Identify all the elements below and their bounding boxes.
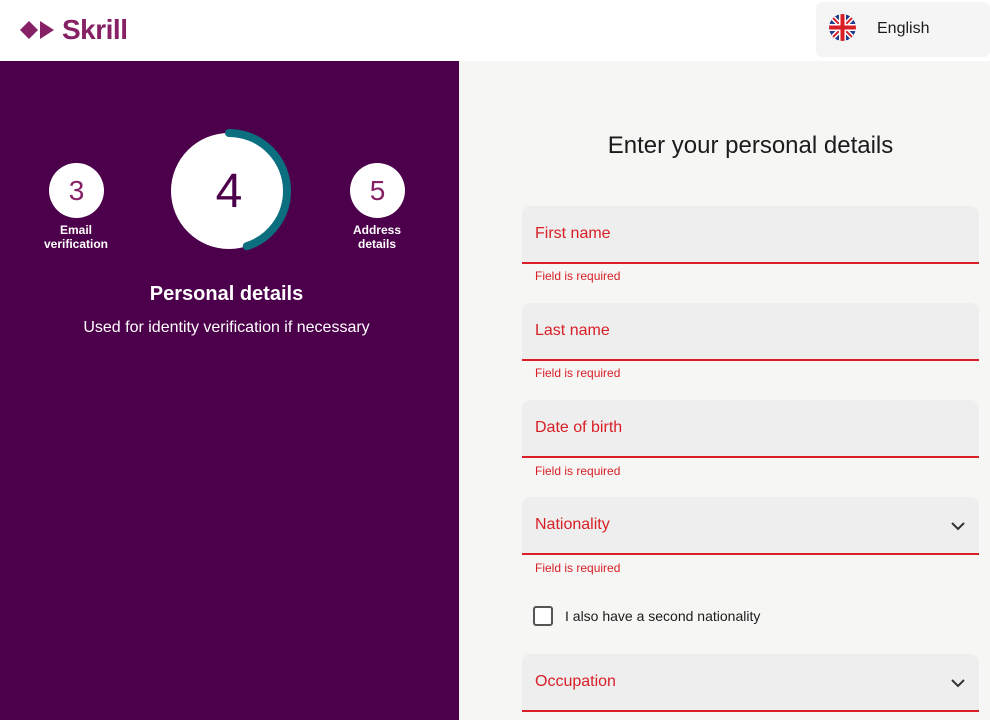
- last-name-label: Last name: [535, 322, 610, 339]
- form-panel: Enter your personal details First name F…: [459, 61, 990, 720]
- last-name-error: Field is required: [535, 366, 621, 380]
- step-3-label-line1: Email: [59, 223, 92, 237]
- date-of-birth-label: Date of birth: [535, 419, 623, 436]
- nationality-label: Nationality: [535, 516, 610, 533]
- step-4-number: 4: [215, 164, 243, 218]
- step-5-label-line2: details: [357, 237, 396, 251]
- progress-panel: 3 Email verification 4 5 Address details…: [0, 61, 459, 720]
- step-5-label: Address details: [332, 223, 422, 251]
- step-5-label-line1: Address: [352, 223, 402, 237]
- step-3-label-line2: verification: [43, 237, 109, 251]
- form-title: Enter your personal details: [607, 132, 894, 159]
- nationality-error: Field is required: [535, 561, 621, 575]
- nationality-select[interactable]: Nationality: [522, 497, 979, 555]
- second-nationality-label: I also have a second nationality: [565, 608, 761, 624]
- occupation-label: Occupation: [535, 673, 616, 690]
- first-name-error: Field is required: [535, 269, 621, 283]
- skrill-logo[interactable]: Skrill: [20, 14, 128, 46]
- date-of-birth-error: Field is required: [535, 464, 621, 478]
- step-3-circle: 3: [49, 163, 104, 218]
- language-label: English: [877, 20, 930, 37]
- occupation-select[interactable]: Occupation: [522, 654, 979, 712]
- chevron-down-icon: [951, 522, 965, 531]
- language-selector-button[interactable]: English: [816, 2, 990, 57]
- current-step-title: Personal details: [149, 283, 304, 305]
- last-name-field[interactable]: Last name: [522, 303, 979, 361]
- date-of-birth-field[interactable]: Date of birth: [522, 400, 979, 458]
- second-nationality-checkbox[interactable]: [533, 606, 553, 626]
- first-name-field[interactable]: First name: [522, 206, 979, 264]
- top-header: Skrill English: [0, 0, 990, 60]
- skrill-logo-mark-icon: [20, 21, 54, 39]
- chevron-down-icon: [951, 679, 965, 688]
- step-3-label: Email verification: [31, 223, 121, 251]
- current-step-subtitle: Used for identity verification if necess…: [83, 319, 370, 336]
- first-name-label: First name: [535, 225, 611, 242]
- brand-name: Skrill: [62, 14, 128, 45]
- second-nationality-checkbox-row[interactable]: I also have a second nationality: [533, 605, 760, 627]
- uk-flag-icon: [829, 14, 856, 41]
- step-5-circle: 5: [350, 163, 405, 218]
